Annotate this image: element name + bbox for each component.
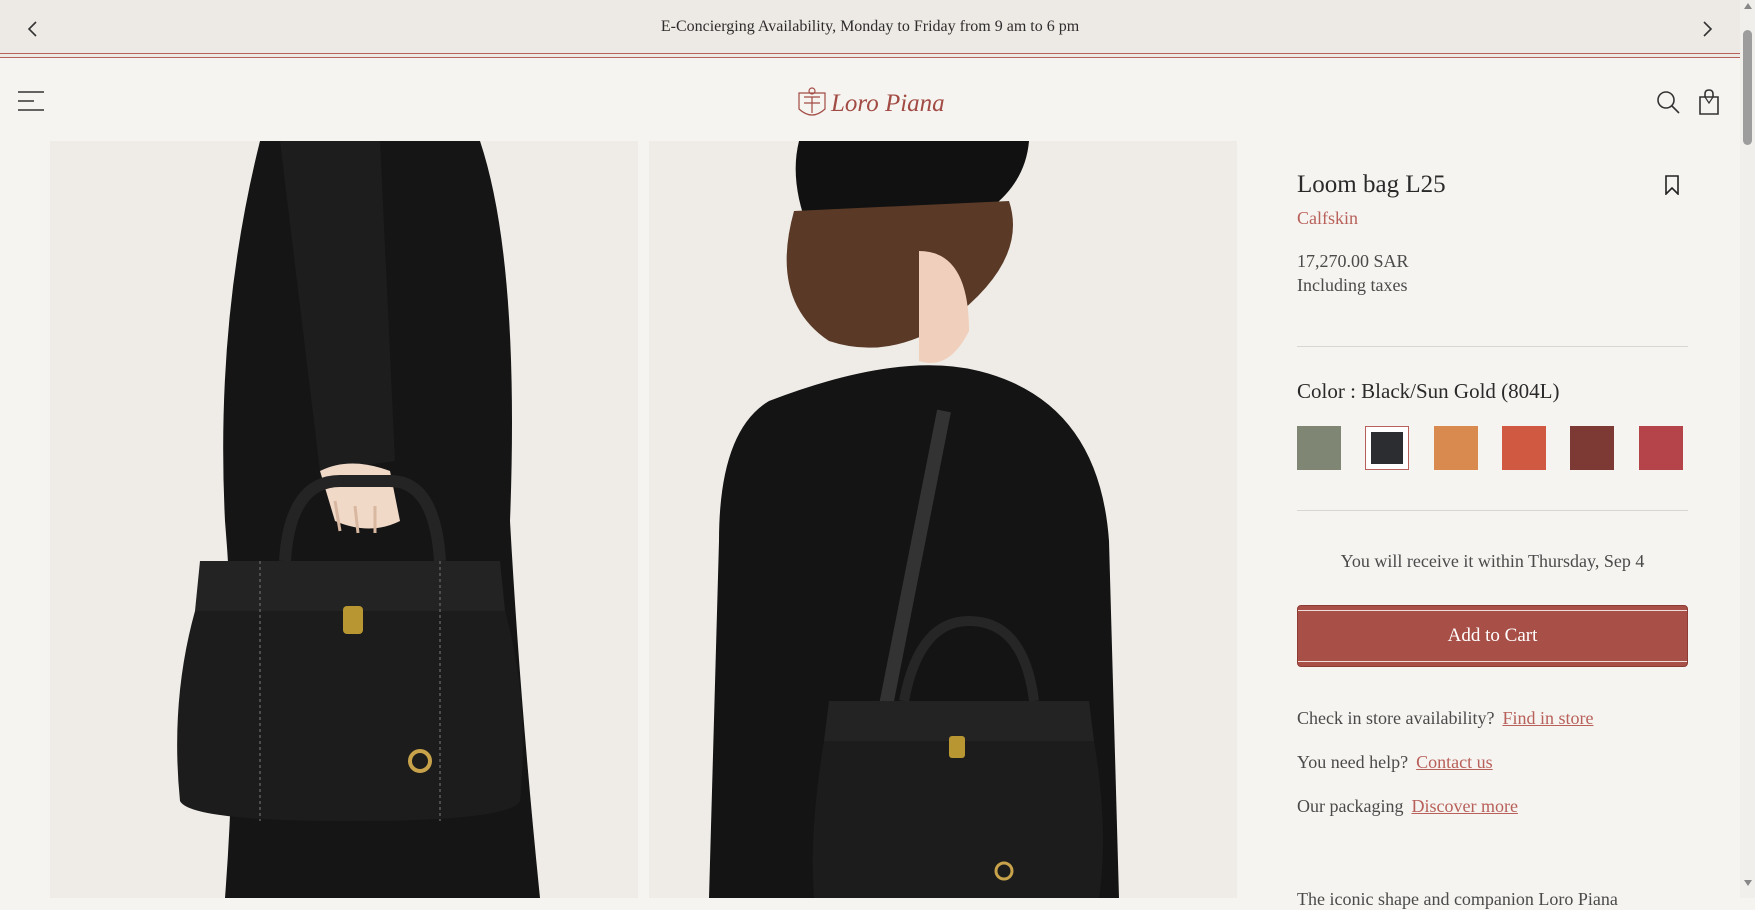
promo-bar: E-Concierging Availability, Monday to Fr… bbox=[0, 0, 1740, 58]
divider bbox=[1297, 510, 1688, 511]
delivery-estimate: You will receive it within Thursday, Sep… bbox=[1340, 551, 1645, 571]
logo-text: Loro Piana bbox=[830, 90, 945, 117]
chevron-right-icon[interactable] bbox=[1697, 19, 1717, 39]
scroll-thumb[interactable] bbox=[1743, 30, 1752, 145]
swatch-sage-green[interactable] bbox=[1297, 426, 1341, 470]
menu-icon[interactable] bbox=[18, 89, 44, 113]
swatch-terracotta[interactable] bbox=[1502, 426, 1546, 470]
scroll-down-icon[interactable] bbox=[1744, 880, 1752, 886]
help-row: You need help? Contact us bbox=[1297, 752, 1493, 773]
swatch-black-sun-gold[interactable] bbox=[1365, 426, 1409, 470]
bookmark-icon[interactable] bbox=[1664, 175, 1680, 195]
store-availability-row: Check in store availability? Find in stor… bbox=[1297, 708, 1593, 729]
color-swatches bbox=[1297, 426, 1688, 472]
find-in-store-link[interactable]: Find in store bbox=[1502, 708, 1593, 728]
add-to-cart-label: Add to Cart bbox=[1447, 625, 1538, 646]
site-header: Loro Piana bbox=[0, 58, 1740, 141]
color-label: Color : Black/Sun Gold (804L) bbox=[1297, 379, 1560, 403]
page-scrollbar[interactable] bbox=[1740, 0, 1755, 898]
shopping-bag-icon[interactable] bbox=[1697, 89, 1721, 115]
store-availability-label: Check in store availability? bbox=[1297, 708, 1495, 728]
packaging-label: Our packaging bbox=[1297, 796, 1404, 816]
product-price: 17,270.00 SAR bbox=[1297, 251, 1409, 271]
discover-more-link[interactable]: Discover more bbox=[1411, 796, 1517, 816]
promo-message: E-Concierging Availability, Monday to Fr… bbox=[660, 18, 1080, 35]
help-label: You need help? bbox=[1297, 752, 1409, 772]
product-image-front[interactable] bbox=[50, 141, 638, 898]
swatch-burgundy-brown[interactable] bbox=[1570, 426, 1614, 470]
product-description: The iconic shape and companion Loro Pian… bbox=[1297, 889, 1618, 909]
loro-piana-logo[interactable]: Loro Piana bbox=[795, 83, 945, 123]
packaging-row: Our packaging Discover more bbox=[1297, 796, 1518, 817]
search-icon[interactable] bbox=[1656, 90, 1680, 114]
tax-note: Including taxes bbox=[1297, 275, 1408, 295]
add-to-cart-button[interactable]: Add to Cart bbox=[1297, 605, 1688, 667]
scroll-up-icon[interactable] bbox=[1744, 3, 1752, 9]
divider bbox=[1297, 346, 1688, 347]
swatch-orange-tan[interactable] bbox=[1434, 426, 1478, 470]
swatch-red[interactable] bbox=[1639, 426, 1683, 470]
contact-us-link[interactable]: Contact us bbox=[1416, 752, 1493, 772]
product-title: Loom bag L25 bbox=[1297, 171, 1446, 198]
product-image-model[interactable] bbox=[649, 141, 1237, 898]
product-material: Calfskin bbox=[1297, 208, 1358, 228]
